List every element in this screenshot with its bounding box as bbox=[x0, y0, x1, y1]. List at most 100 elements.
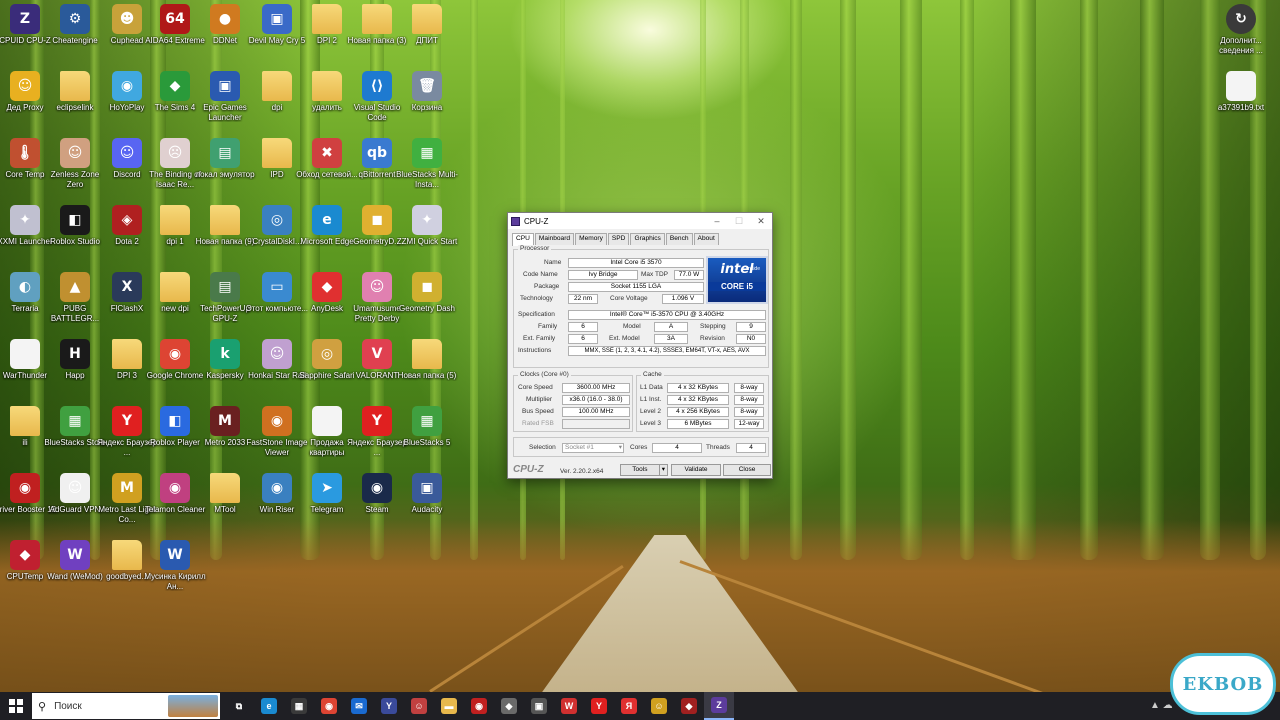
technology-value: 22 nm bbox=[568, 294, 598, 304]
selection-label: Selection bbox=[529, 444, 556, 451]
close-button[interactable]: Close bbox=[723, 464, 771, 476]
minimize-button[interactable]: – bbox=[706, 216, 728, 226]
l1i-way: 8-way bbox=[734, 395, 764, 405]
app-box-icon: ◆ bbox=[501, 698, 517, 714]
corespeed-value: 3600.00 MHz bbox=[562, 383, 630, 393]
family-label: Family bbox=[538, 323, 558, 330]
app-icon: ◉ bbox=[112, 71, 142, 101]
yandex-music-icon: Y bbox=[381, 698, 397, 714]
taskbar-app-yandex-music[interactable]: Y bbox=[374, 692, 404, 720]
desktop-icon[interactable]: 🗑 Корзина bbox=[394, 67, 460, 134]
taskbar-app-wps[interactable]: W bbox=[554, 692, 584, 720]
l1d-value: 4 x 32 KBytes bbox=[667, 383, 729, 393]
app-icon: ◉ bbox=[160, 339, 190, 369]
desktop-icon[interactable]: ▣ Audacity bbox=[394, 469, 460, 536]
desktop-icon[interactable]: ↻ Дополнит... сведения ... bbox=[1208, 0, 1274, 67]
app-icon: ◈ bbox=[112, 205, 142, 235]
tab-memory[interactable]: Memory bbox=[575, 233, 607, 245]
app-icon: ◉ bbox=[10, 473, 40, 503]
extfamily-label: Ext. Family bbox=[523, 335, 556, 342]
intel-logo-core: CORE i5 bbox=[708, 282, 766, 291]
app-icon bbox=[312, 406, 342, 436]
bamboo-stalk bbox=[840, 0, 856, 560]
taskbar-app-app-yellow[interactable]: ☺ bbox=[644, 692, 674, 720]
app-icon: e bbox=[312, 205, 342, 235]
mail-icon: ✉ bbox=[351, 698, 367, 714]
cpuz-window[interactable]: CPU-Z – ☐ ✕ CPU Mainboard Memory SPD Graphic… bbox=[507, 212, 773, 479]
taskbar-app-edge[interactable]: e bbox=[254, 692, 284, 720]
family-value: 6 bbox=[568, 322, 598, 332]
app-icon: ↻ bbox=[1226, 4, 1256, 34]
app-icon: ◉ bbox=[262, 473, 292, 503]
app-icon bbox=[160, 272, 190, 302]
cpuz-app-icon bbox=[511, 216, 520, 226]
taskbar-search-box[interactable]: ⚲ Поиск bbox=[32, 693, 220, 719]
validate-button[interactable]: Validate bbox=[671, 464, 721, 476]
l1i-value: 4 x 32 KBytes bbox=[667, 395, 729, 405]
corevoltage-label: Core Voltage bbox=[610, 295, 648, 302]
desktop-icon[interactable]: a37391b9.txt bbox=[1208, 67, 1274, 134]
spec-value: Intel® Core™ i5-3570 CPU @ 3.40GHz bbox=[568, 310, 766, 320]
cpuz-titlebar[interactable]: CPU-Z – ☐ ✕ bbox=[508, 213, 772, 229]
tab-bench[interactable]: Bench bbox=[665, 233, 693, 245]
extmodel-value: 3A bbox=[654, 334, 688, 344]
name-label: Name bbox=[544, 259, 562, 266]
search-highlight-image bbox=[168, 695, 218, 717]
taskbar-app-mail[interactable]: ✉ bbox=[344, 692, 374, 720]
app-icon: ☺ bbox=[112, 138, 142, 168]
selection-dropdown[interactable]: Socket #1 ▾ bbox=[562, 443, 624, 453]
taskbar-app-app-red[interactable]: ◆ bbox=[674, 692, 704, 720]
corevoltage-value: 1.096 V bbox=[662, 294, 704, 304]
stepping-label: Stepping bbox=[700, 323, 726, 330]
app-icon: Z bbox=[10, 4, 40, 34]
tab-spd[interactable]: SPD bbox=[607, 233, 630, 245]
maximize-button[interactable]: ☐ bbox=[728, 216, 750, 227]
taskbar-app-app-gray[interactable]: ▣ bbox=[524, 692, 554, 720]
multiplier-label: Multiplier bbox=[526, 396, 553, 403]
codename-label: Code Name bbox=[523, 271, 558, 278]
desktop-icon-label: ZZMI Quick Start bbox=[396, 237, 458, 246]
taskbar-app-explorer[interactable]: ▬ bbox=[434, 692, 464, 720]
tab-mainboard[interactable]: Mainboard bbox=[534, 233, 575, 245]
desktop-icon-label: a37391b9.txt bbox=[1217, 103, 1265, 112]
tools-button[interactable]: Tools ▾ bbox=[620, 464, 668, 476]
desktop-icon[interactable]: ▦ BlueStacks 5 bbox=[394, 402, 460, 469]
app-icon: Y bbox=[112, 406, 142, 436]
app-icon: 🌡 bbox=[10, 138, 40, 168]
start-button[interactable] bbox=[0, 692, 32, 720]
tray-area[interactable]: ▲ ☁ bbox=[1150, 700, 1173, 711]
ekbob-watermark: EKBOB bbox=[1170, 653, 1276, 715]
tools-label: Tools bbox=[632, 466, 648, 473]
cpu-z-icon: Z bbox=[711, 697, 727, 713]
close-window-button[interactable]: ✕ bbox=[750, 216, 772, 227]
desktop-icon[interactable]: ✦ ZZMI Quick Start bbox=[394, 201, 460, 268]
desktop-icon[interactable]: ДПИТ bbox=[394, 0, 460, 67]
instructions-label: Instructions bbox=[518, 347, 552, 354]
tab-graphics[interactable]: Graphics bbox=[630, 233, 665, 245]
taskbar-app-app-box[interactable]: ◆ bbox=[494, 692, 524, 720]
app-icon: ▣ bbox=[210, 71, 240, 101]
desktop-icon[interactable]: Новая папка (5) bbox=[394, 335, 460, 402]
cpuz-tabs: CPU Mainboard Memory SPD Graphics Bench About bbox=[508, 229, 772, 246]
taskbar-app-yandex[interactable]: Я bbox=[614, 692, 644, 720]
taskbar-app-task-view[interactable]: ⧉ bbox=[224, 692, 254, 720]
l1i-label: L1 Inst. bbox=[640, 396, 662, 403]
bamboo-stalk bbox=[790, 0, 802, 560]
taskbar-app-driver-booster[interactable]: ◉ bbox=[464, 692, 494, 720]
driver-booster-icon: ◉ bbox=[471, 698, 487, 714]
app-icon: V bbox=[362, 339, 392, 369]
taskbar-app-yandex-browser[interactable]: Y bbox=[584, 692, 614, 720]
desktop-icon[interactable]: W Мусинка Кирилл Ан... bbox=[142, 536, 208, 603]
desktop-icon[interactable]: ▦ BlueStacks Multi-Insta... bbox=[394, 134, 460, 201]
taskbar-app-store[interactable]: ▦ bbox=[284, 692, 314, 720]
taskbar-app-chrome[interactable]: ◉ bbox=[314, 692, 344, 720]
taskbar-app-cpu-z[interactable]: Z bbox=[704, 692, 734, 720]
name-value: Intel Core i5 3570 bbox=[568, 258, 704, 268]
clocks-panel: Clocks (Core #0) Core Speed 3600.00 MHz … bbox=[513, 371, 633, 432]
taskbar-app-games[interactable]: ☺ bbox=[404, 692, 434, 720]
app-icon bbox=[112, 339, 142, 369]
l1d-label: L1 Data bbox=[640, 384, 663, 391]
desktop-icon-label: Корзина bbox=[411, 103, 443, 112]
desktop-icon[interactable]: ◼ Geometry Dash bbox=[394, 268, 460, 335]
tab-about[interactable]: About bbox=[693, 233, 719, 245]
